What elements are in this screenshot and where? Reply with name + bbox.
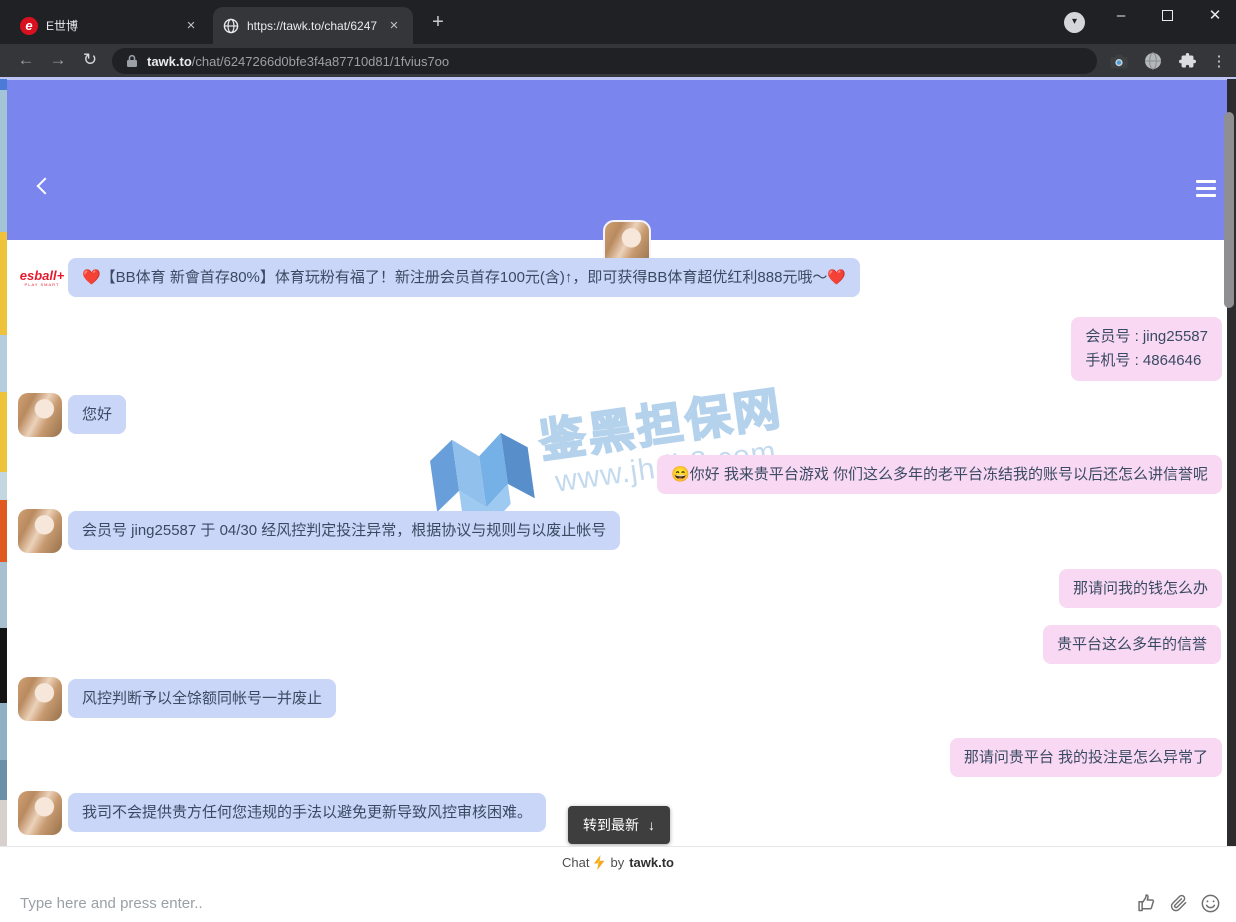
jump-to-latest-button[interactable]: 转到最新 ↓ <box>568 806 670 844</box>
chat-back-chevron-icon[interactable] <box>37 178 54 195</box>
screenshot-extension-icon[interactable] <box>1108 50 1130 72</box>
background-page-sliver <box>0 79 7 922</box>
attachment-paperclip-icon[interactable] <box>1169 893 1191 915</box>
chat-message: 会员号 jing25587 于 04/30 经风控判定投注异常，根据协议与规则与… <box>68 511 620 550</box>
agent-avatar <box>18 791 62 835</box>
lightning-bolt-icon <box>594 855 605 870</box>
emoji-smiley-icon[interactable] <box>1200 893 1222 915</box>
extensions-puzzle-icon[interactable] <box>1176 50 1198 72</box>
agent-avatar <box>18 677 62 721</box>
thumbs-up-icon[interactable] <box>1136 893 1158 915</box>
url-path: /chat/6247266d0bfe3f4a87710d81/1fvius7oo <box>192 54 449 69</box>
tawkto-link[interactable]: tawk.to <box>629 855 674 870</box>
chat-message: 😄你好 我来贵平台游戏 你们这么多年的老平台冻结我的账号以后还怎么讲信誉呢 <box>657 455 1222 494</box>
tab-strip: e E世博 × https://tawk.to/chat/6247266d × … <box>0 0 1236 44</box>
chat-message: 会员号 : jing25587 手机号 : 4864646 <box>1071 317 1222 381</box>
maximize-icon <box>1162 10 1173 21</box>
url-domain: tawk.to <box>147 54 192 69</box>
esball-favicon-icon: e <box>20 17 38 35</box>
agent-avatar <box>18 393 62 437</box>
tawkto-branding: Chat by tawk.to <box>0 855 1236 870</box>
address-bar[interactable]: tawk.to/chat/6247266d0bfe3f4a87710d81/1f… <box>112 48 1097 74</box>
scrollbar-thumb[interactable] <box>1224 112 1234 308</box>
chat-message: 那请问我的钱怎么办 <box>1059 569 1222 608</box>
chat-footer: Chat by tawk.to <box>0 846 1236 922</box>
chat-message: 我司不会提供贵方任何您违规的手法以避免更新导致风控审核困难。 <box>68 793 546 832</box>
lock-icon <box>126 54 138 68</box>
close-window-button[interactable]: ✕ <box>1192 0 1236 34</box>
browser-window: e E世博 × https://tawk.to/chat/6247266d × … <box>0 0 1236 922</box>
chat-header: 童川蔷 <box>7 80 1227 240</box>
maximize-button[interactable] <box>1144 0 1190 34</box>
reload-button[interactable]: ↻ <box>76 46 104 74</box>
chat-message: 那请问贵平台 我的投注是怎么异常了 <box>950 738 1222 777</box>
chat-message: 您好 <box>68 395 126 434</box>
forward-button[interactable]: → <box>44 46 72 74</box>
tab-label: E世博 <box>46 17 174 34</box>
browser-menu-kebab-icon[interactable]: ⋮ <box>1208 50 1230 72</box>
chat-message: ❤️【BB体育 新會首存80%】体育玩粉有福了！新注册会员首存100元(含)↑，… <box>68 258 860 297</box>
message-input[interactable] <box>20 891 660 915</box>
extension-globe-icon[interactable] <box>1142 50 1164 72</box>
scrollbar-track[interactable] <box>1227 79 1236 846</box>
minimize-button[interactable]: – <box>1098 0 1144 34</box>
tab-close-icon[interactable]: × <box>385 17 403 35</box>
chat-message: 风控判断予以全馀额同帐号一并废止 <box>68 679 336 718</box>
agent-avatar <box>18 509 62 553</box>
back-button[interactable]: ← <box>12 46 40 74</box>
esball-logo-avatar: esball+ PLAY SMART <box>22 258 62 298</box>
new-tab-button[interactable]: + <box>425 10 451 36</box>
tab-search-button[interactable]: ▾ <box>1064 12 1085 33</box>
tab-close-icon[interactable]: × <box>182 17 200 35</box>
globe-favicon-icon <box>223 18 239 34</box>
chat-message: 贵平台这么多年的信誉 <box>1043 625 1221 664</box>
tab-esball[interactable]: e E世博 × <box>10 7 210 44</box>
chat-hamburger-menu-icon[interactable] <box>1196 180 1216 201</box>
down-arrow-icon: ↓ <box>648 817 655 833</box>
tab-tawkto[interactable]: https://tawk.to/chat/6247266d × <box>213 7 413 44</box>
tab-label: https://tawk.to/chat/6247266d <box>247 19 377 33</box>
browser-toolbar: ← → ↻ tawk.to/chat/6247266d0bfe3f4a87710… <box>0 44 1236 77</box>
